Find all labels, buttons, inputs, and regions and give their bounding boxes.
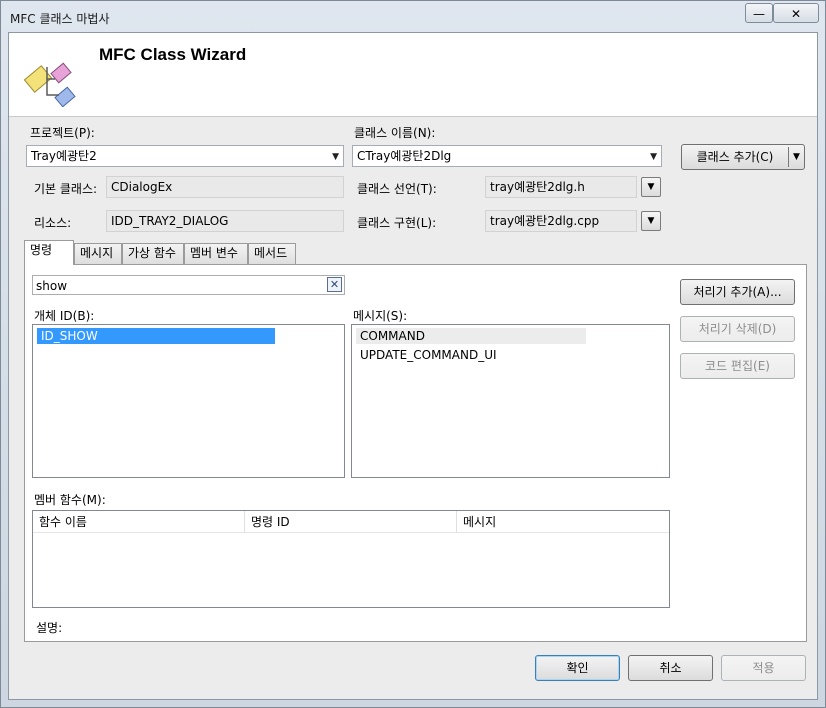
tab-commands[interactable]: 명령: [24, 240, 74, 265]
cancel-button[interactable]: 취소: [628, 655, 713, 681]
tab-member-variables[interactable]: 멤버 변수: [184, 243, 248, 264]
list-item[interactable]: COMMAND: [356, 328, 586, 344]
class-name-label: 클래스 이름(N):: [354, 126, 436, 140]
minimize-button[interactable]: —: [745, 3, 773, 23]
project-combo[interactable]: Tray예광탄2 ▼: [26, 145, 344, 167]
resource-field: IDD_TRAY2_DIALOG: [106, 210, 344, 232]
add-class-button[interactable]: 클래스 추가(C) ▼: [681, 144, 805, 170]
add-class-label: 클래스 추가(C): [696, 150, 774, 164]
base-class-field: CDialogEx: [106, 176, 344, 198]
class-declaration-field: tray예광탄2dlg.h: [485, 176, 637, 198]
class-declaration-label: 클래스 선언(T):: [357, 182, 437, 196]
search-input[interactable]: show: [32, 275, 345, 295]
search-value: show: [36, 279, 68, 293]
add-class-dropdown-icon[interactable]: ▼: [788, 147, 804, 167]
project-value: Tray예광탄2: [31, 149, 97, 163]
class-name-value: CTray예광탄2Dlg: [357, 149, 452, 163]
base-class-label: 기본 클래스:: [34, 182, 98, 196]
tab-methods[interactable]: 메서드: [248, 243, 296, 264]
chevron-down-icon: ▼: [650, 152, 657, 162]
description-label: 설명:: [36, 621, 63, 635]
window-title: MFC 클래스 마법사: [10, 12, 110, 26]
class-implementation-field: tray예광탄2dlg.cpp: [485, 210, 637, 232]
ok-button[interactable]: 확인: [535, 655, 620, 681]
project-label: 프로젝트(P):: [30, 126, 95, 140]
column-header-command-id[interactable]: 명령 ID: [245, 511, 457, 533]
resource-label: 리소스:: [34, 216, 72, 230]
class-implementation-label: 클래스 구현(L):: [357, 216, 437, 230]
apply-button[interactable]: 적용: [721, 655, 806, 681]
tab-virtual-functions[interactable]: 가상 함수: [122, 243, 184, 264]
class-declaration-dropdown[interactable]: ▼: [641, 177, 661, 197]
class-name-combo[interactable]: CTray예광탄2Dlg ▼: [352, 145, 662, 167]
object-ids-label: 개체 ID(B):: [34, 309, 95, 323]
messages-list[interactable]: COMMAND UPDATE_COMMAND_UI: [351, 324, 670, 478]
wizard-header: MFC Class Wizard: [9, 33, 817, 117]
member-functions-label: 멤버 함수(M):: [34, 493, 106, 507]
list-item[interactable]: ID_SHOW: [37, 328, 275, 344]
clear-search-icon[interactable]: ✕: [327, 277, 342, 292]
table-header: 함수 이름 명령 ID 메시지: [33, 511, 669, 533]
class-implementation-dropdown[interactable]: ▼: [641, 211, 661, 231]
member-functions-table[interactable]: 함수 이름 명령 ID 메시지: [32, 510, 670, 608]
class-wizard-icon: [23, 62, 76, 107]
messages-label: 메시지(S):: [353, 309, 408, 323]
tab-messages[interactable]: 메시지: [74, 243, 122, 264]
close-button[interactable]: ✕: [773, 3, 819, 23]
object-ids-list[interactable]: ID_SHOW: [32, 324, 345, 478]
column-header-function-name[interactable]: 함수 이름: [33, 511, 245, 533]
list-item[interactable]: UPDATE_COMMAND_UI: [356, 347, 501, 363]
chevron-down-icon: ▼: [332, 152, 339, 162]
title-bar[interactable]: MFC 클래스 마법사 — ✕: [0, 0, 826, 32]
column-header-message[interactable]: 메시지: [457, 511, 669, 533]
delete-handler-button[interactable]: 처리기 삭제(D): [680, 316, 795, 342]
wizard-title: MFC Class Wizard: [99, 45, 247, 64]
edit-code-button[interactable]: 코드 편집(E): [680, 353, 795, 379]
add-handler-button[interactable]: 처리기 추가(A)...: [680, 279, 795, 305]
